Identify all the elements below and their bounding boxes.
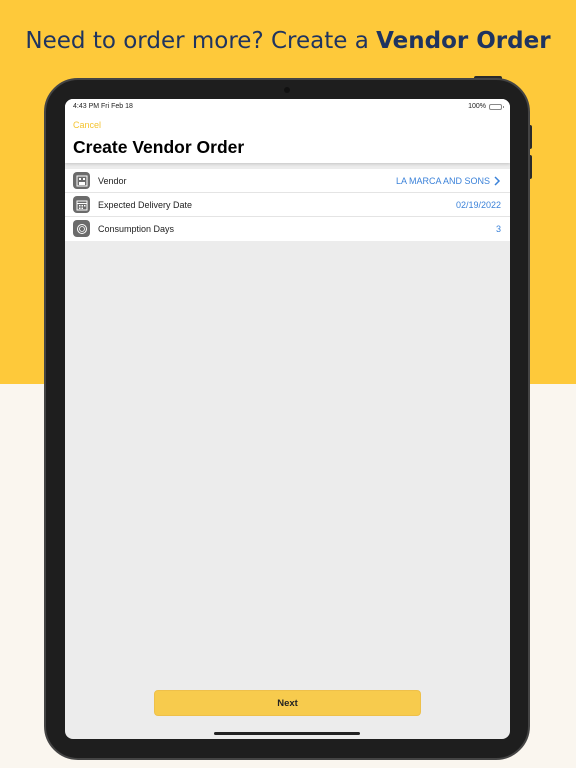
consumption-days-value: 3: [495, 224, 501, 234]
headline-bold: Vendor Order: [376, 28, 551, 54]
status-battery: 100%: [468, 103, 504, 110]
consumption-icon: [73, 220, 90, 237]
status-time: 4:43 PM Fri Feb 18: [73, 103, 133, 110]
home-indicator: [214, 732, 360, 735]
vendor-row[interactable]: Vendor LA MARCA AND SONS: [65, 169, 510, 193]
marketing-headline: Need to order more? Create a Vendor Orde…: [0, 28, 576, 54]
delivery-date-value: 02/19/2022: [455, 199, 501, 210]
navigation-header: 4:43 PM Fri Feb 18 100% Cancel Create Ve…: [65, 99, 510, 163]
battery-icon: [489, 103, 504, 110]
next-button[interactable]: Next: [154, 690, 421, 716]
delivery-date-row[interactable]: Expected Delivery Date 02/19/2022: [65, 193, 510, 217]
app-screen: 4:43 PM Fri Feb 18 100% Cancel Create Ve…: [65, 99, 510, 739]
delivery-date-label: Expected Delivery Date: [98, 199, 193, 210]
vendor-icon: [73, 172, 90, 189]
calendar-icon: [73, 196, 90, 213]
order-form-list: Vendor LA MARCA AND SONS Expected Delive…: [65, 169, 510, 241]
consumption-days-row[interactable]: Consumption Days 3: [65, 217, 510, 241]
consumption-days-label: Consumption Days: [98, 224, 175, 234]
headline-prefix: Need to order more? Create a: [25, 28, 377, 54]
cancel-button[interactable]: Cancel: [73, 120, 101, 130]
battery-percentage: 100%: [468, 103, 486, 110]
vendor-value: LA MARCA AND SONS: [395, 175, 490, 186]
page-title: Create Vendor Order: [73, 137, 245, 157]
chevron-right-icon: [494, 176, 501, 186]
camera-icon: [284, 87, 290, 93]
vendor-label: Vendor: [98, 175, 127, 186]
